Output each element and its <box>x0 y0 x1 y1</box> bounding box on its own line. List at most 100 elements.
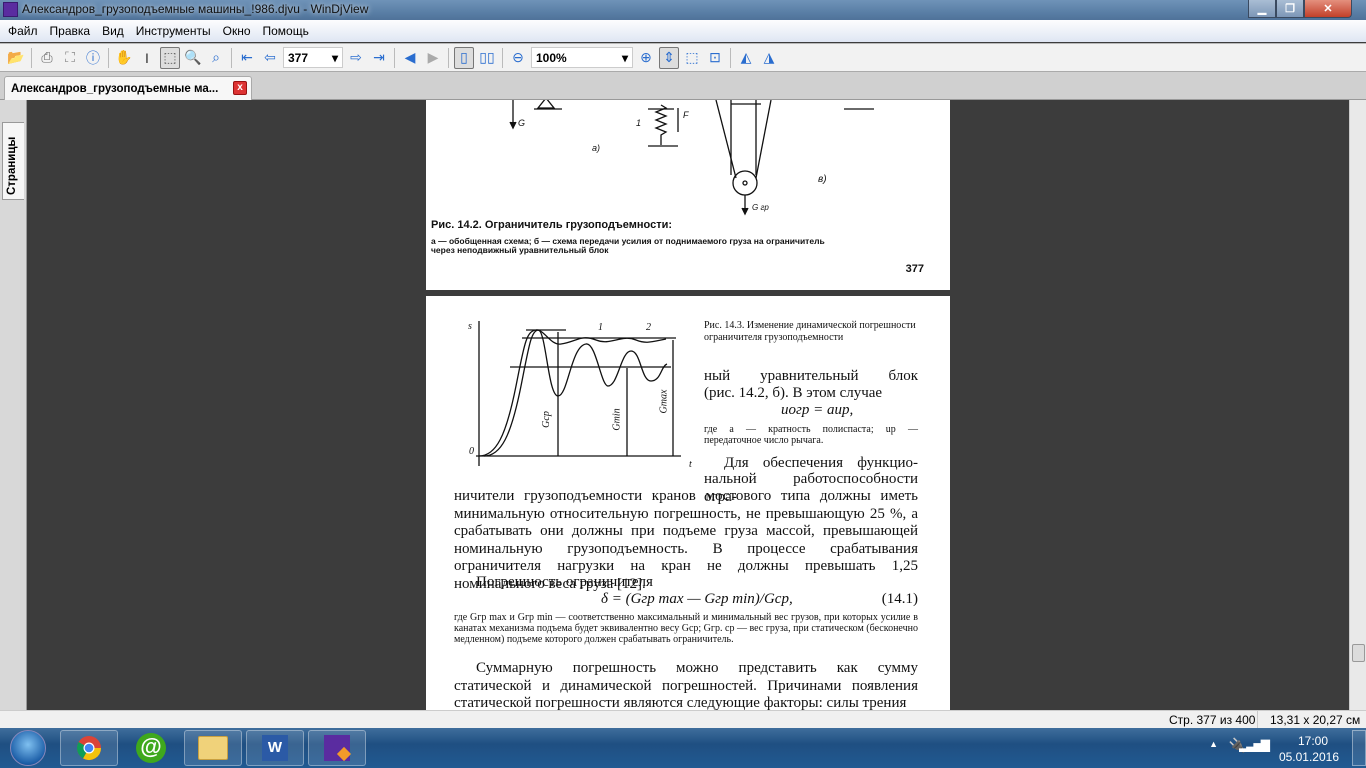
open-icon[interactable]: 📂 <box>6 47 26 69</box>
close-button[interactable]: ✕ <box>1304 0 1352 18</box>
vertical-scrollbar[interactable] <box>1349 100 1366 710</box>
document-tab[interactable]: Александров_грузоподъемные ма... x <box>4 76 252 100</box>
prev-page-icon[interactable]: ⇦ <box>260 47 280 69</box>
folder-icon <box>198 736 228 760</box>
menu-view[interactable]: Вид <box>96 24 130 38</box>
clock-date[interactable]: 05.01.2016 <box>1279 750 1339 764</box>
menu-window[interactable]: Окно <box>217 24 257 38</box>
graph-label-gmin: Gmin <box>611 408 623 431</box>
page-378: s 0 t 1 2 Gср Gmin Gmax Рис. 14.3. Измен… <box>426 296 950 710</box>
forward-icon[interactable]: ▶ <box>423 47 443 69</box>
page-number-value: 377 <box>288 50 309 65</box>
info-icon[interactable]: ⓘ <box>83 47 103 69</box>
menu-tools[interactable]: Инструменты <box>130 24 217 38</box>
facing-pages-icon[interactable]: ▯▯ <box>477 47 497 69</box>
zoom-combo[interactable]: 100% ▾ <box>531 47 633 68</box>
menu-bar: Файл Правка Вид Инструменты Окно Помощь <box>0 20 1366 42</box>
first-page-icon[interactable]: ⇤ <box>237 47 257 69</box>
show-hidden-icons[interactable]: ▲ <box>1209 739 1218 749</box>
zoom-value: 100% <box>536 50 567 65</box>
find-icon[interactable]: ⛶ <box>60 47 80 69</box>
chevron-down-icon: ▾ <box>331 50 338 65</box>
para2: Погрешность ограничителя <box>476 574 653 590</box>
chrome-icon <box>76 736 101 761</box>
side-line-1: ный уравнительный блок <box>704 368 918 384</box>
rect-select-icon[interactable]: ⬚ <box>160 46 180 69</box>
hand-tool-icon[interactable]: ✋ <box>114 47 134 69</box>
minimize-button[interactable]: ▁ <box>1248 0 1276 18</box>
word-taskbar-button[interactable]: W <box>246 730 304 766</box>
menu-edit[interactable]: Правка <box>44 24 97 38</box>
sidebar: Страницы <box>0 100 27 710</box>
note-2: где Gгр max и Gгр min — соответственно м… <box>454 612 918 645</box>
next-page-icon[interactable]: ⇨ <box>346 47 366 69</box>
formula-u: uогр = auр, <box>781 402 854 418</box>
formula-number: (14.1) <box>881 591 918 607</box>
status-page: Стр. 377 из 400 <box>1169 713 1256 727</box>
tab-close-icon[interactable]: x <box>233 81 247 95</box>
formula-14-1: δ = (Gгр max — Gгр min)/Gср, <box>601 591 793 607</box>
status-page-size: 13,31 x 20,27 см <box>1270 713 1361 727</box>
start-button[interactable] <box>10 730 46 766</box>
figure-caption: Рис. 14.2. Ограничитель грузоподъемности… <box>431 219 673 231</box>
rotate-right-icon[interactable]: ◮ <box>759 47 779 69</box>
fig-label-g: G <box>518 118 526 128</box>
figure-14-3-caption: Рис. 14.3. Изменение динамической погреш… <box>704 320 916 343</box>
page-number: 377 <box>905 263 924 275</box>
menu-help[interactable]: Помощь <box>257 24 315 38</box>
graph-label-zero: 0 <box>469 446 474 457</box>
fig-label-f: F <box>683 110 689 120</box>
document-tab-strip: Александров_грузоподъемные ма... x <box>0 72 1366 100</box>
windjview-taskbar-button[interactable] <box>308 730 366 766</box>
clock-time[interactable]: 17:00 <box>1298 734 1328 748</box>
explorer-taskbar-button[interactable] <box>184 730 242 766</box>
para3: Суммарную погрешность можно представить … <box>454 660 918 710</box>
restore-button[interactable]: ❐ <box>1276 0 1304 18</box>
page-number-combo[interactable]: 377 ▾ <box>283 47 343 68</box>
fit-width-icon[interactable]: ⬚ <box>682 47 702 69</box>
graph-label-gmax: Gmax <box>658 389 670 414</box>
zoom-in-icon[interactable]: ⊕ <box>636 47 656 69</box>
status-bar: Стр. 377 из 400 13,31 x 20,27 см <box>0 710 1366 728</box>
print-icon[interactable]: ⎙ <box>37 47 57 69</box>
back-icon[interactable]: ◀ <box>400 47 420 69</box>
zoom-out-icon[interactable]: ⊖ <box>508 47 528 69</box>
side-note: где a — кратность полиспаста; uр — перед… <box>704 424 918 446</box>
para1-start: Для обеспечения функцио- <box>724 455 918 471</box>
show-desktop-button[interactable] <box>1352 730 1366 766</box>
fit-page-icon[interactable]: ⇕ <box>659 46 679 69</box>
taskbar: @ W ▲ 🔌 ▂▃▅▇ 17:00 05.01.2016 <box>0 728 1366 768</box>
pages-tab[interactable]: Страницы <box>2 122 24 200</box>
document-view[interactable]: G 1 F а) в) G гр Рис. 14.2. Ограничитель… <box>28 100 1349 710</box>
rotate-left-icon[interactable]: ◭ <box>736 47 756 69</box>
graph-label-1: 1 <box>598 322 603 333</box>
chevron-down-icon: ▾ <box>621 50 628 65</box>
chrome-taskbar-button[interactable] <box>60 730 118 766</box>
toolbar: 📂 ⎙ ⛶ ⓘ ✋ I ⬚ 🔍 ⌕ ⇤ ⇦ 377 ▾ ⇨ ⇥ ◀ ▶ ▯ ▯▯ … <box>0 43 1366 72</box>
menu-file[interactable]: Файл <box>2 24 44 38</box>
magnify-icon[interactable]: ⌕ <box>206 47 226 69</box>
fig-label-a: а) <box>592 143 601 153</box>
fig-label-ggr: G гр <box>752 203 769 212</box>
pages-tab-label: Страницы <box>6 136 18 195</box>
fig-label-1: 1 <box>636 118 642 128</box>
windjview-app-icon <box>3 2 18 17</box>
text-select-icon[interactable]: I <box>137 47 157 69</box>
fig-label-b: в) <box>818 174 827 185</box>
title-bar: Александров_грузоподъемные машины_!986.d… <box>0 0 1366 20</box>
graph-label-2: 2 <box>646 322 651 333</box>
graph-label-s: s <box>468 321 472 332</box>
network-signal-icon[interactable]: ▂▃▅▇ <box>1239 738 1270 752</box>
windjview-icon <box>324 735 352 762</box>
zoom-rect-icon[interactable]: 🔍 <box>183 47 203 69</box>
actual-size-icon[interactable]: ⊡ <box>705 47 725 69</box>
side-line-2: (рис. 14.2, б). В этом случае <box>704 385 883 401</box>
word-icon: W <box>262 735 288 761</box>
graph-label-gcp: Gср <box>540 411 552 428</box>
last-page-icon[interactable]: ⇥ <box>369 47 389 69</box>
single-page-icon[interactable]: ▯ <box>454 46 474 69</box>
scrollbar-thumb[interactable] <box>1352 644 1365 662</box>
caption-note-line-2: через неподвижный уравнительный блок <box>431 245 609 255</box>
mail-agent-taskbar-button[interactable]: @ <box>122 730 180 766</box>
window-title: Александров_грузоподъемные машины_!986.d… <box>22 2 369 16</box>
